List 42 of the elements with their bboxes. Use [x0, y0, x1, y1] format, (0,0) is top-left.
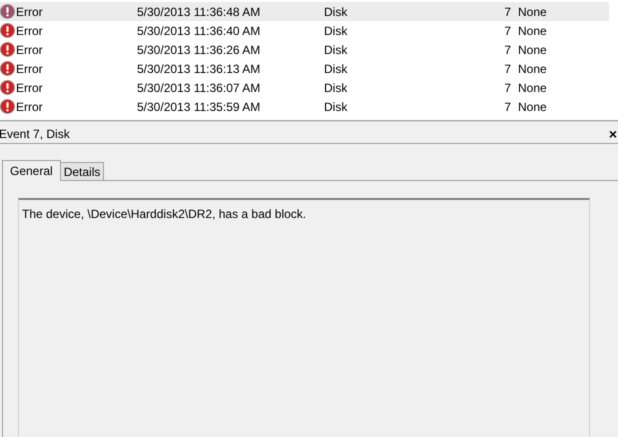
source-cell-text: Disk: [324, 42, 348, 58]
event-row[interactable]: Error 5/30/2013 11:36:13 AM Disk 7 None: [0, 59, 609, 78]
tab[interactable]: General: [2, 160, 61, 181]
level-cell-text: Error: [16, 60, 43, 78]
event-row[interactable]: Error 5/30/2013 11:36:26 AM Disk 7 None: [0, 40, 609, 59]
task-cell-text: None: [518, 42, 547, 58]
source-cell-text: Disk: [324, 4, 348, 20]
source-cell-text: Disk: [324, 98, 348, 116]
source-cell-text: Disk: [324, 22, 348, 40]
source-cell-text: Disk: [324, 60, 348, 78]
task-cell-text: None: [518, 80, 547, 96]
date-cell-text: 5/30/2013 11:36:40 AM: [137, 22, 260, 40]
task-cell-text: None: [518, 98, 547, 116]
event-row[interactable]: Error 5/30/2013 11:36:48 AM Disk 7 None: [0, 2, 609, 21]
message-box: The device, \Device\Harddisk2\DR2, has a bad block.: [18, 198, 590, 437]
event-id-cell-text: 7: [504, 22, 511, 40]
level-cell-text: Error: [16, 98, 43, 116]
event-id-cell-text: 7: [504, 98, 511, 116]
level-cell-text: Error: [16, 42, 43, 58]
tab[interactable]: Details: [60, 162, 104, 180]
date-cell-text: 5/30/2013 11:36:48 AM: [137, 4, 260, 20]
event-id-cell-text: 7: [504, 4, 511, 20]
task-cell-text: None: [518, 4, 547, 20]
event-id-cell-text: 7: [504, 42, 511, 58]
event-row[interactable]: Error 5/30/2013 11:36:07 AM Disk 7 None: [0, 78, 609, 97]
task-cell-text: None: [518, 22, 547, 40]
level-cell-text: Error: [16, 22, 43, 40]
task-cell-text: None: [518, 60, 547, 78]
event-row[interactable]: Error 5/30/2013 11:35:59 AM Disk 7 None: [0, 97, 609, 116]
event-id-cell-text: 7: [504, 60, 511, 78]
source-cell-text: Disk: [324, 80, 348, 96]
event-id-cell-text: 7: [504, 80, 511, 96]
error-icon: [0, 4, 15, 19]
event-row[interactable]: Error 5/30/2013 11:36:40 AM Disk 7 None: [0, 21, 609, 40]
date-cell-text: 5/30/2013 11:35:59 AM: [137, 98, 260, 116]
level-cell-text: Error: [16, 80, 43, 96]
close-button[interactable]: ×: [608, 126, 617, 140]
date-cell-text: 5/30/2013 11:36:13 AM: [137, 60, 260, 78]
level-cell-text: Error: [16, 4, 43, 20]
panel-title: Event 7, Disk: [0, 126, 70, 142]
date-cell-text: 5/30/2013 11:36:26 AM: [137, 42, 260, 58]
date-cell-text: 5/30/2013 11:36:07 AM: [137, 80, 260, 96]
